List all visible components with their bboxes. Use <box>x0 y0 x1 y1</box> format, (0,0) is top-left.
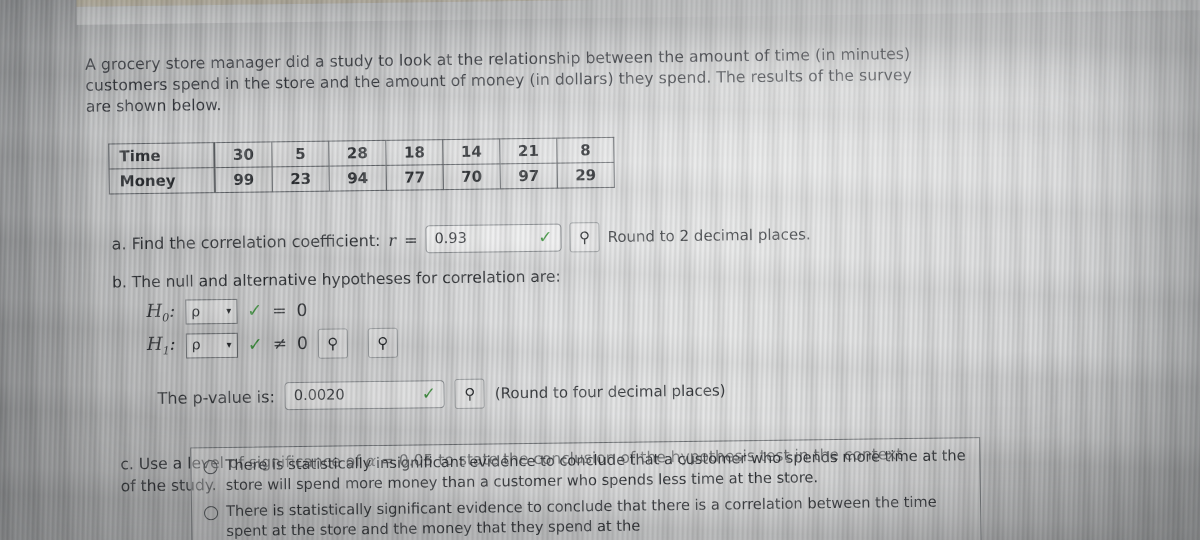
money-cell: 94 <box>329 165 387 192</box>
money-cell: 70 <box>443 163 501 190</box>
part-a-label: a. Find the correlation coefficient: <box>111 230 381 253</box>
h0-value: 0 <box>296 300 308 321</box>
alternative-hypothesis-row: H1: ρ ▾ ✓ ≠ 0 ⚲ ⚲ <box>147 318 1149 361</box>
radio-button-icon[interactable] <box>203 460 218 475</box>
answer-choice-1[interactable]: There is statistically insignificant evi… <box>203 446 967 495</box>
p-value-label: The p-value is: <box>157 386 276 408</box>
money-cell: 99 <box>214 166 273 193</box>
answer-choices-panel: There is statistically insignificant evi… <box>190 437 982 540</box>
correlation-coefficient-value: 0.93 <box>434 230 467 248</box>
time-cell: 18 <box>385 139 444 166</box>
h1-parameter-value: ρ <box>191 337 201 354</box>
problem-prompt: A grocery store manager did a study to l… <box>85 43 1016 118</box>
answer-choice-1-text: There is statistically insignificant evi… <box>225 447 966 494</box>
data-table: Time 30 5 28 18 14 21 8 Money 99 23 94 7… <box>108 137 615 195</box>
h0-label: H0: <box>146 300 176 325</box>
photo-of-screen: gs A grocery store manager did a study t… <box>0 0 1200 540</box>
time-cell: 5 <box>271 141 330 167</box>
answer-choice-2[interactable]: There is statistically significant evide… <box>204 492 968 540</box>
h1-label: H1: <box>146 333 176 358</box>
formula-tool-icon-secondary[interactable]: ⚲ <box>367 327 399 359</box>
h1-value: 0 <box>296 333 308 355</box>
formula-tool-icon[interactable]: ⚲ <box>317 328 349 359</box>
row-label-time: Time <box>108 142 215 169</box>
r-symbol: r <box>388 230 397 250</box>
time-cell: 14 <box>442 138 501 165</box>
h0-parameter-value: ρ <box>191 303 201 320</box>
correlation-coefficient-input[interactable]: 0.93 ✓ <box>425 223 562 254</box>
check-icon: ✓ <box>421 384 437 405</box>
screen-surface: gs A grocery store manager did a study t… <box>0 0 1200 540</box>
money-cell: 97 <box>500 163 558 189</box>
formula-tool-icon[interactable]: ⚲ <box>569 222 600 253</box>
part-a-row: a. Find the correlation coefficient: r =… <box>111 215 1147 259</box>
p-value-row: The p-value is: 0.0020 ✓ ⚲ (Round to fou… <box>157 370 1149 413</box>
page-top-whitespace <box>76 0 1200 25</box>
p-value-value: 0.0020 <box>293 387 345 405</box>
time-cell: 8 <box>556 137 615 164</box>
h0-parameter-select[interactable]: ρ ▾ <box>185 298 238 325</box>
money-cell: 23 <box>272 166 330 192</box>
time-cell: 28 <box>328 140 387 167</box>
check-icon: ✓ <box>247 333 263 356</box>
equals-sign: = <box>403 229 418 250</box>
chevron-down-icon: ▾ <box>226 339 232 351</box>
problem-content: A grocery store manager did a study to l… <box>85 41 1151 498</box>
p-value-hint: (Round to four decimal places) <box>494 381 726 403</box>
h0-operator: = <box>272 300 287 321</box>
table-row-money: Money 99 23 94 77 70 97 29 <box>109 162 615 194</box>
formula-tool-icon[interactable]: ⚲ <box>454 378 486 409</box>
part-b-block: b. The null and alternative hypotheses f… <box>112 257 1150 414</box>
h1-operator: ≠ <box>272 334 288 355</box>
row-label-money: Money <box>109 167 215 194</box>
browser-left-gutter <box>0 0 86 540</box>
time-cell: 21 <box>499 138 558 164</box>
chevron-down-icon: ▾ <box>226 305 232 317</box>
radio-button-icon[interactable] <box>204 506 219 521</box>
h1-parameter-select[interactable]: ρ ▾ <box>185 332 238 358</box>
check-icon: ✓ <box>538 227 553 248</box>
part-a-hint: Round to 2 decimal places. <box>607 225 811 246</box>
time-cell: 30 <box>214 141 273 168</box>
answer-choice-2-text: There is statistically significant evide… <box>225 493 937 540</box>
money-cell: 77 <box>386 164 444 191</box>
check-icon: ✓ <box>247 300 263 322</box>
p-value-input[interactable]: 0.0020 ✓ <box>284 380 446 411</box>
money-cell: 29 <box>557 162 615 189</box>
